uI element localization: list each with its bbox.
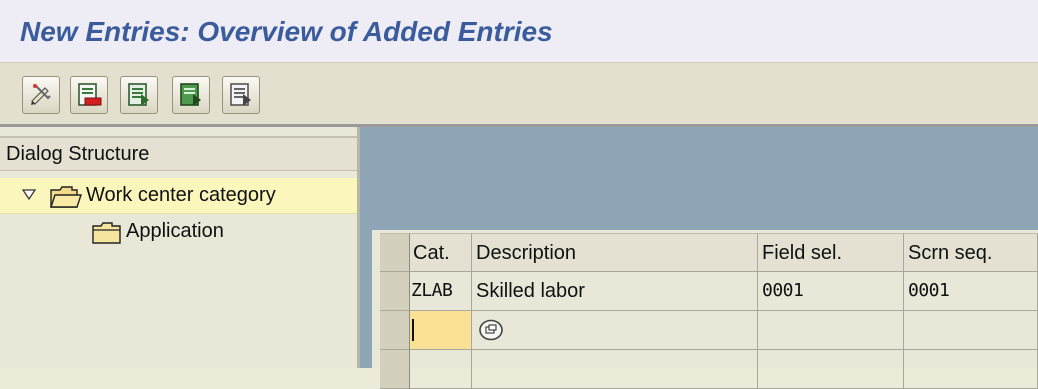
deselect-all-icon (230, 83, 251, 106)
value-help-icon[interactable] (478, 319, 504, 341)
row-selector[interactable] (380, 311, 410, 350)
dialog-structure-header: Dialog Structure (0, 136, 357, 171)
title-bar: New Entries: Overview of Added Entries (0, 0, 1038, 62)
row-selector[interactable] (380, 350, 410, 389)
cell-description[interactable]: Skilled labor (472, 272, 758, 311)
column-header-field-sel[interactable]: Field sel. (758, 233, 904, 272)
select-block-icon (180, 83, 201, 106)
deselect-all-button[interactable] (222, 76, 260, 114)
cell-description-input[interactable] (472, 311, 758, 350)
folder-icon (92, 222, 121, 244)
cell-scrn-seq-input[interactable] (904, 311, 1038, 350)
entries-table: Cat. Description Field sel. Scrn seq. ZL… (372, 230, 1038, 389)
cell-field-sel-input[interactable] (758, 350, 904, 389)
cell-field-sel[interactable]: 0001 (758, 272, 904, 311)
column-header-scrn-seq[interactable]: Scrn seq. (904, 233, 1038, 272)
tree-item-work-center-category[interactable]: Work center category (0, 178, 357, 214)
select-all-button[interactable] (120, 76, 158, 114)
cell-cat-input[interactable] (410, 350, 472, 389)
select-all-icon (128, 83, 149, 106)
cell-description-input[interactable] (472, 350, 758, 389)
delete-icon (78, 83, 102, 106)
column-header-description[interactable]: Description (472, 233, 758, 272)
change-display-button[interactable] (22, 76, 60, 114)
tree-item-application[interactable]: Application (0, 214, 357, 250)
select-all-rows-header[interactable] (380, 233, 410, 272)
column-header-cat[interactable]: Cat. (410, 233, 472, 272)
delete-button[interactable] (70, 76, 108, 114)
application-toolbar (0, 62, 1038, 125)
page-title: New Entries: Overview of Added Entries (20, 16, 553, 47)
select-block-button[interactable] (172, 76, 210, 114)
tree-item-label: Work center category (86, 184, 276, 206)
change-display-icon (31, 84, 51, 105)
tree-item-label: Application (126, 220, 224, 242)
cell-scrn-seq[interactable]: 0001 (904, 272, 1038, 311)
cell-field-sel-input[interactable] (758, 311, 904, 350)
expand-triangle-icon[interactable] (22, 189, 36, 201)
dialog-structure-panel: Dialog Structure Work center category Ap… (0, 127, 360, 368)
cell-cat-input[interactable] (410, 311, 472, 350)
text-cursor (412, 319, 414, 341)
row-selector[interactable] (380, 272, 410, 311)
open-folder-icon (50, 186, 82, 208)
cell-cat[interactable]: ZLAB (410, 272, 472, 311)
cell-scrn-seq-input[interactable] (904, 350, 1038, 389)
